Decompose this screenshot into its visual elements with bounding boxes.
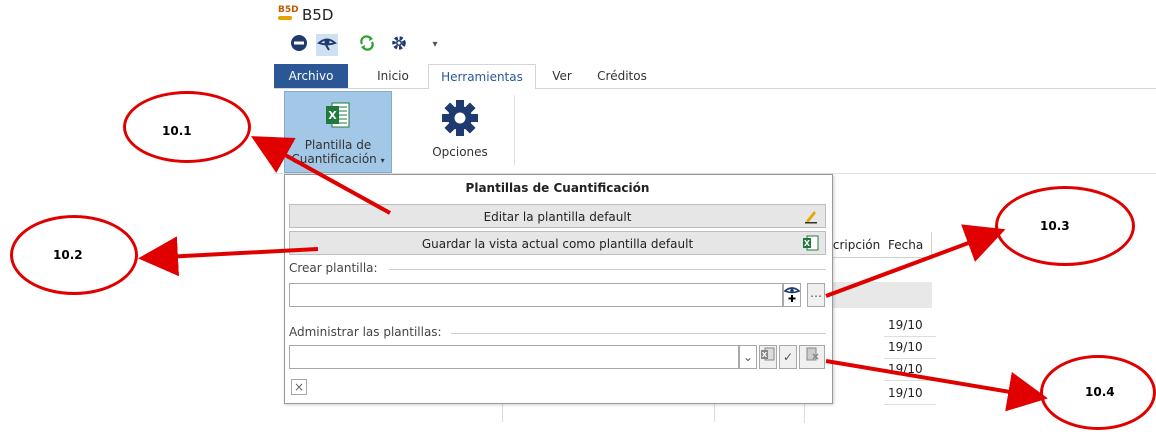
arrow-10-3: [825, 224, 1006, 298]
arrow-10-1: [250, 136, 391, 215]
arrow-10-2: [138, 236, 319, 277]
arrow-10-4: [825, 359, 1048, 412]
annotation-arrows: [138, 136, 1048, 412]
